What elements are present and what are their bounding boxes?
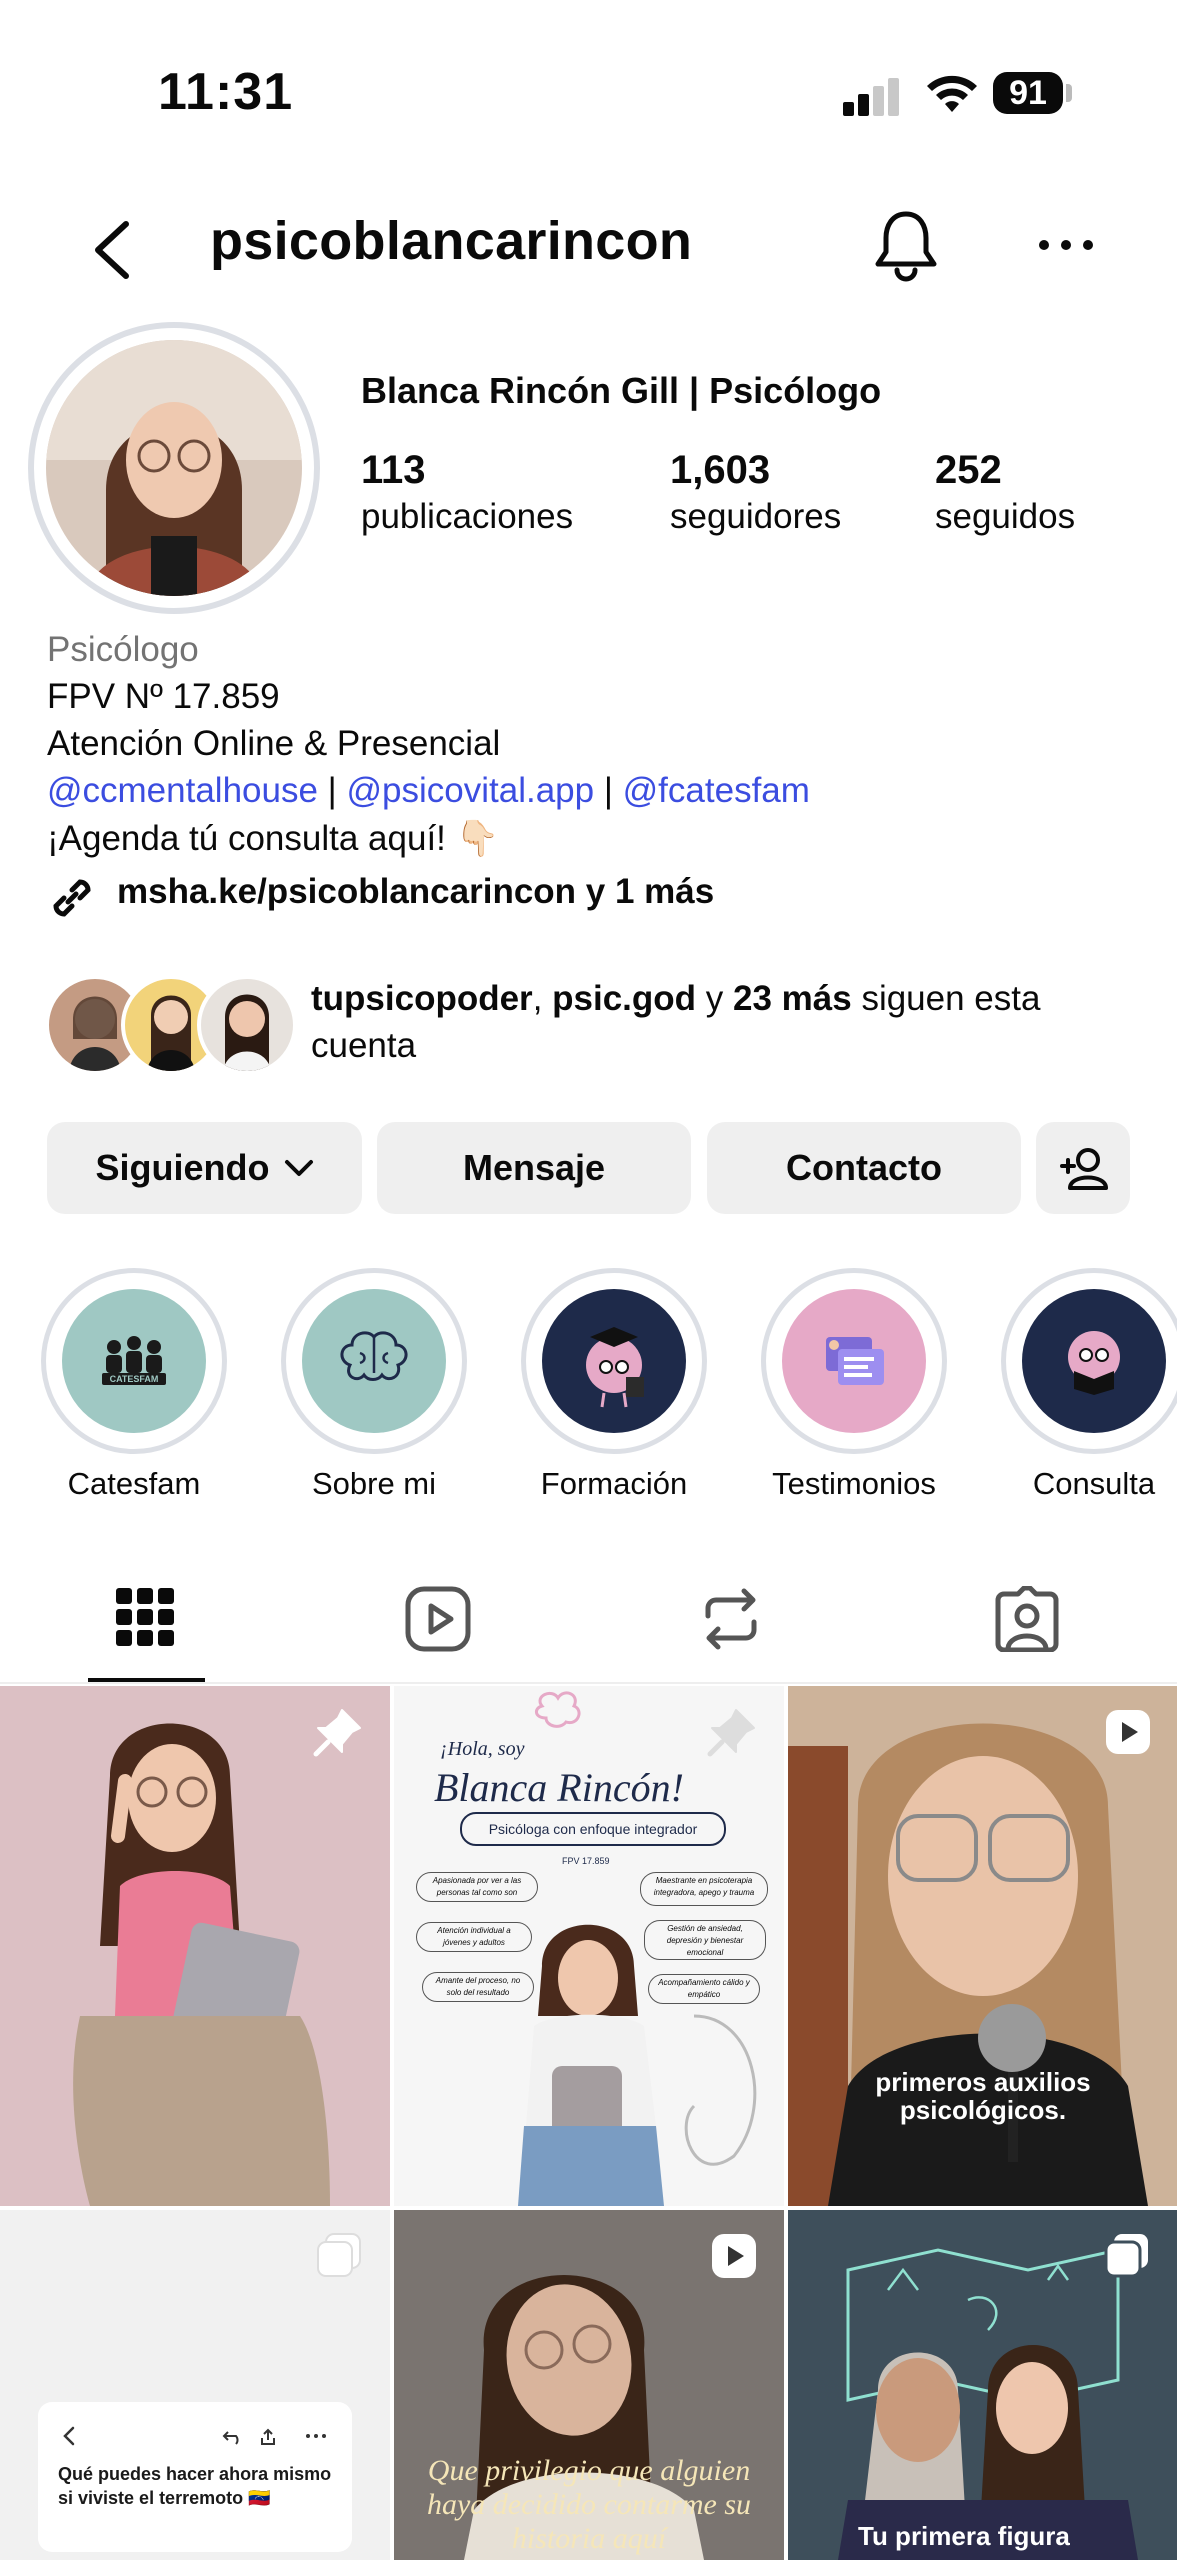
post-caption: Que privilegio que alguien haya decidido… [426, 2454, 752, 2555]
wifi-icon [927, 75, 977, 112]
bio-cta: ¡Agenda tú consulta aquí! 👇🏻 [47, 819, 500, 858]
highlight-catesfam[interactable]: CATESFAM [41, 1268, 227, 1454]
post-card-actions-icon [222, 2428, 326, 2445]
pin-icon [313, 1709, 361, 1757]
stat-following[interactable]: 252 seguidos [935, 448, 1075, 537]
bio-line: Atención Online & Presencial [47, 724, 501, 763]
grid-post[interactable]: ¡Hola, soy Blanca Rincón! Psicóloga con … [394, 1686, 784, 2206]
mutual-followers-text[interactable]: tupsicopoder, psic.god y 23 más siguen e… [311, 975, 1131, 1069]
post-caption: Tu primera figura [858, 2521, 1070, 2551]
profile-category: Psicólogo [47, 630, 199, 669]
stat-followers[interactable]: 1,603 seguidores [670, 448, 841, 537]
status-time: 11:31 [158, 63, 294, 121]
grid-post[interactable]: primeros auxilios psicológicos. [788, 1686, 1177, 2206]
mutual-follower-name: tupsicopoder [311, 979, 533, 1018]
back-arrow-icon[interactable] [84, 210, 144, 290]
link-icon [53, 879, 91, 917]
brain-icon [340, 1331, 408, 1381]
stat-following-label: seguidos [935, 497, 1076, 536]
add-person-icon [1060, 1148, 1108, 1190]
grid-post[interactable]: Que privilegio que alguien haya decidido… [394, 2210, 784, 2560]
chevron-down-icon [284, 1160, 313, 1176]
reel-badge-icon [1106, 1710, 1150, 1754]
stat-followers-label: seguidores [670, 497, 842, 536]
highlight-formacion[interactable] [521, 1268, 707, 1454]
message-button[interactable]: Mensaje [377, 1122, 691, 1214]
stat-following-value: 252 [935, 448, 1002, 492]
chat-bubbles-icon [826, 1337, 884, 1385]
brain-reading-icon [1068, 1331, 1120, 1395]
highlight-consulta[interactable] [1001, 1268, 1177, 1454]
profile-username: psicoblancarincon [210, 211, 693, 271]
bio-mentions: @ccmentalhouse | @psicovital.app | @fcat… [47, 771, 810, 811]
tagged-icon[interactable] [994, 1586, 1060, 1652]
pin-icon [707, 1709, 755, 1757]
separator: , [532, 979, 553, 1018]
grid-post[interactable] [0, 1686, 390, 2206]
reel-badge-icon [712, 2234, 756, 2278]
stat-posts-value: 113 [361, 448, 426, 492]
following-label: Siguiendo [95, 1147, 270, 1188]
grid-post[interactable]: Tu primera figura [788, 2210, 1177, 2560]
reels-icon[interactable] [405, 1586, 471, 1652]
post-image [73, 1723, 330, 2206]
avatar [197, 975, 297, 1075]
separator: y [696, 979, 733, 1018]
grid-post[interactable]: Qué puedes hacer ahora mismo si viviste … [0, 2210, 390, 2560]
family-logo-icon: CATESFAM [102, 1336, 166, 1385]
post-caption: Qué puedes hacer ahora mismo si viviste … [58, 2464, 332, 2508]
highlight-label: Consulta [1032, 1466, 1156, 1501]
mutual-follower-name: psic.god [552, 979, 697, 1018]
contact-button[interactable]: Contacto [707, 1122, 1021, 1214]
highlight-label: Formación [540, 1466, 688, 1501]
chevron-left-icon [63, 2426, 75, 2446]
highlight-sobre-mi[interactable] [281, 1268, 467, 1454]
post-caption: primeros auxilios psicológicos. [875, 2067, 1091, 2125]
grid-icon[interactable] [116, 1588, 174, 1646]
tab-divider [0, 1682, 1177, 1684]
battery-cap [1066, 84, 1072, 102]
reposts-icon[interactable] [700, 1586, 762, 1652]
bio-line: FPV Nº 17.859 [47, 677, 280, 716]
notification-bell-icon[interactable] [870, 206, 942, 282]
post-image [518, 1691, 757, 2206]
profile-link[interactable]: msha.ke/psicoblancarincon y 1 más [117, 872, 714, 912]
mention-separator: | [594, 771, 623, 810]
contact-label: Contacto [786, 1147, 942, 1188]
display-name: Blanca Rincón Gill | Psicólogo [361, 370, 882, 411]
mutual-followers-avatars[interactable] [45, 975, 345, 1075]
highlight-label: Catesfam [67, 1466, 201, 1501]
stat-followers-value: 1,603 [670, 448, 771, 492]
cellular-signal-icon [843, 78, 899, 116]
mention-separator: | [317, 771, 347, 810]
message-label: Mensaje [462, 1147, 606, 1188]
avatar[interactable] [46, 340, 302, 596]
mention-link[interactable]: @psicovital.app [347, 771, 595, 810]
highlight-badge-text: CATESFAM [110, 1374, 159, 1384]
following-button[interactable]: Siguiendo [47, 1122, 362, 1214]
carousel-badge-icon [317, 2233, 361, 2277]
carousel-badge-icon [1104, 2234, 1148, 2278]
highlight-label: Sobre mi [311, 1466, 437, 1501]
highlight-label: Testimonios [772, 1466, 936, 1501]
mutual-follower-count: 23 más [733, 979, 852, 1018]
stat-posts-label: publicaciones [361, 497, 574, 536]
stat-posts: 113 publicaciones [361, 448, 573, 537]
suggest-users-button[interactable] [1036, 1122, 1130, 1214]
highlight-testimonios[interactable] [761, 1268, 947, 1454]
mention-link[interactable]: @ccmentalhouse [47, 771, 318, 810]
graduate-brain-icon [586, 1327, 644, 1408]
more-options-icon[interactable] [1036, 238, 1096, 252]
mention-link[interactable]: @fcatesfam [623, 771, 810, 810]
post-image [788, 1686, 1177, 2206]
battery-indicator: 91 [993, 72, 1063, 114]
